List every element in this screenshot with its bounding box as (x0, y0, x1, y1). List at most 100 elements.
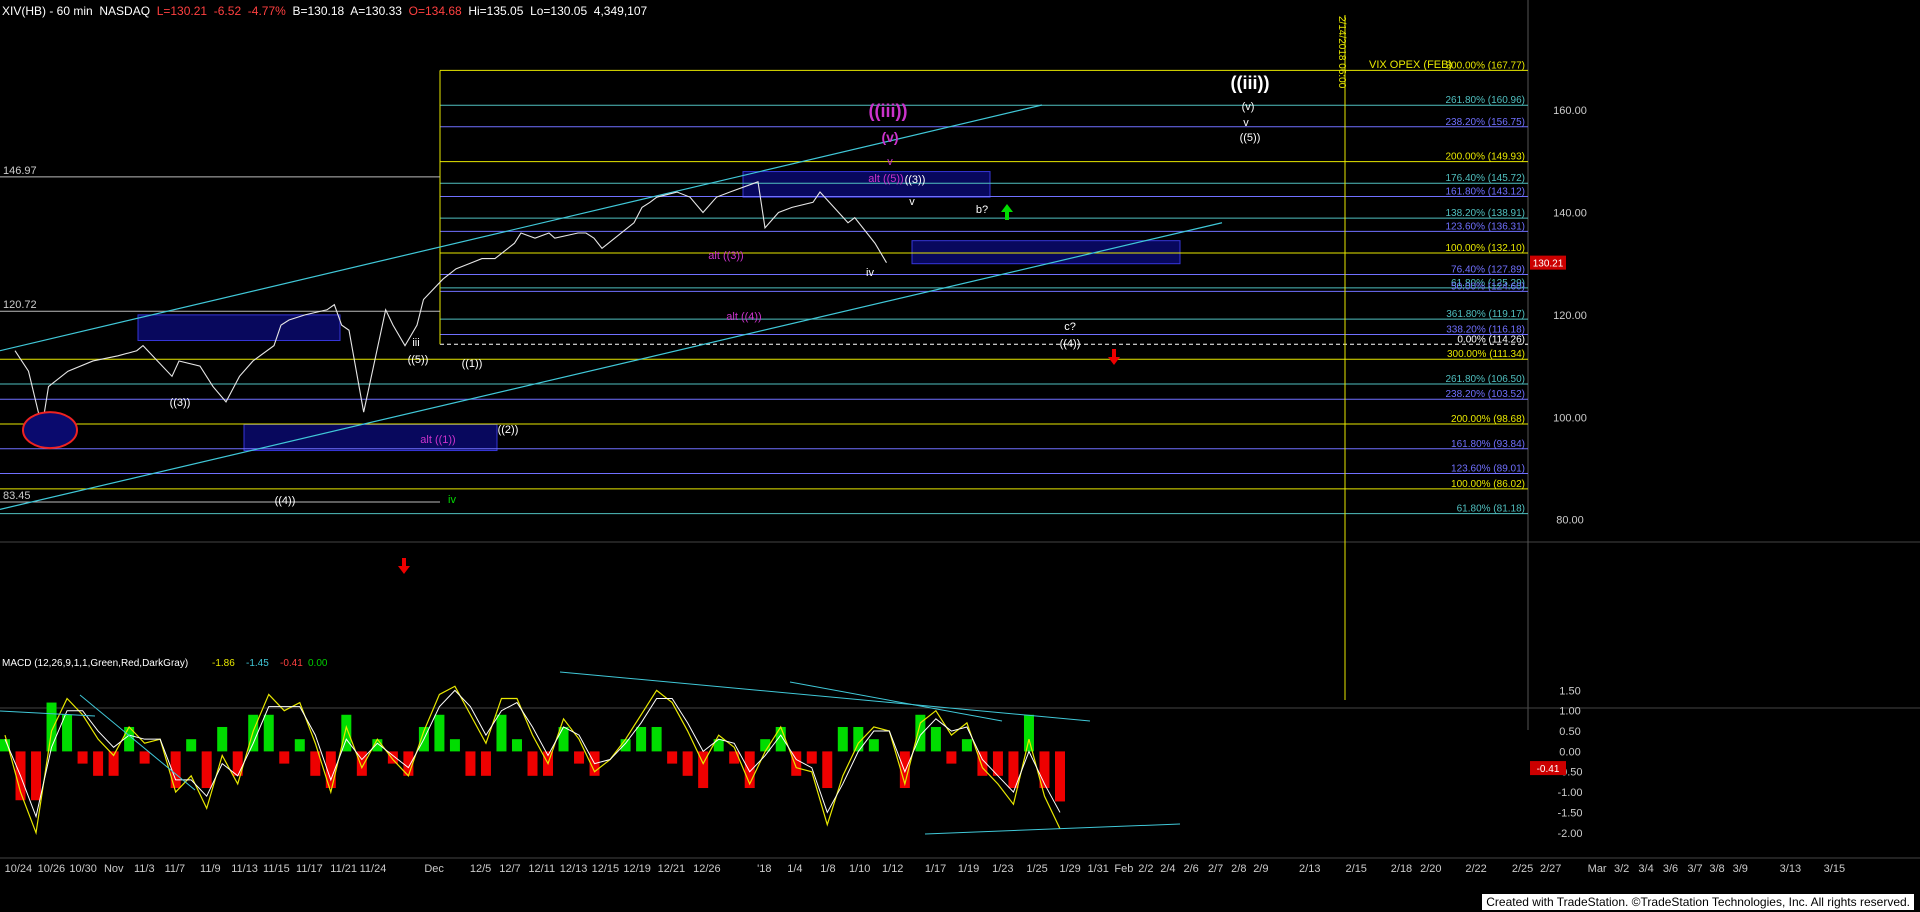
macd-histogram-bar (806, 751, 817, 764)
wave-label: ((3)) (170, 397, 191, 409)
wave-label: ((5)) (1240, 132, 1261, 144)
date-axis-tick: 11/13 (231, 863, 258, 875)
macd-histogram-bar (465, 751, 476, 776)
macd-histogram-bar (791, 751, 802, 776)
fib-level-label: 261.80% (160.96) (1445, 95, 1525, 106)
fib-level-label: 300.00% (167.77) (1445, 60, 1525, 71)
macd-histogram-bar (527, 751, 538, 776)
target-zone-box (243, 423, 498, 452)
macd-histogram-bar (279, 751, 290, 764)
date-axis-tick: 3/4 (1638, 863, 1653, 875)
date-axis-tick: 2/25 (1512, 863, 1533, 875)
fib-level-label: 161.80% (143.12) (1445, 187, 1525, 198)
macd-histogram-bar (480, 751, 491, 776)
macd-histogram-bar (31, 751, 42, 801)
trendline-lower (0, 222, 1223, 510)
target-zone-box (742, 171, 991, 198)
date-axis-tick: 12/11 (528, 863, 555, 875)
macd-axis-tick: 0.00 (1559, 746, 1580, 758)
wave-label: iv (448, 494, 456, 506)
date-axis-tick: 3/7 (1687, 863, 1702, 875)
red-down-arrow-icon (398, 558, 410, 574)
wave-label: ((4)) (275, 495, 296, 507)
macd-value-3: -0.41 (280, 658, 303, 669)
date-axis-tick: 3/8 (1709, 863, 1724, 875)
macd-histogram-bar (62, 714, 73, 752)
date-axis-tick: 2/2 (1138, 863, 1153, 875)
net-change: -6.52 (213, 4, 242, 18)
price-axis-tick: 140.00 (1553, 208, 1587, 220)
event-time-label: 2/14/2018 06:00 (1336, 16, 1347, 89)
vix-opex-label: VIX OPEX (FEB) (1369, 59, 1452, 71)
fib-level-label: 100.00% (132.10) (1445, 243, 1525, 254)
date-axis-tick: 2/8 (1231, 863, 1246, 875)
wave-label: ((1)) (462, 358, 483, 370)
macd-axis-tick: -2.00 (1557, 828, 1582, 840)
macd-histogram-bar (636, 726, 647, 752)
price-axis-tick: 160.00 (1553, 105, 1587, 117)
date-axis-tick: 11/21 (330, 863, 357, 875)
last-price-marker-text: 130.21 (1533, 259, 1564, 270)
date-axis-tick: 1/17 (925, 863, 946, 875)
date-axis-tick: Mar (1588, 863, 1607, 875)
wave-label: alt ((5)) (868, 173, 903, 185)
date-axis-tick: 2/18 (1391, 863, 1412, 875)
date-axis-tick: 11/9 (200, 863, 221, 875)
macd-histogram-bar (868, 739, 879, 752)
macd-histogram-bar (139, 751, 150, 764)
date-axis-tick: 11/24 (360, 863, 387, 875)
level-label: 146.97 (3, 165, 37, 177)
date-axis-tick: 2/7 (1208, 863, 1223, 875)
date-axis-tick: Dec (424, 863, 444, 875)
level-label: 120.72 (3, 299, 37, 311)
date-axis-tick: 11/15 (263, 863, 290, 875)
wave-label: ((4)) (1060, 338, 1081, 350)
date-axis-tick: 1/12 (882, 863, 903, 875)
macd-histogram-bar (682, 751, 693, 776)
fib-level-label: 200.00% (98.68) (1451, 414, 1525, 425)
tradestation-credit: Created with TradeStation. ©TradeStation… (1482, 894, 1914, 910)
macd-histogram-bar (93, 751, 104, 776)
fib-level-label: 238.20% (156.75) (1445, 117, 1525, 128)
date-axis-tick: Feb (1114, 863, 1133, 875)
fib-level-label: 200.00% (149.93) (1445, 152, 1525, 163)
macd-value-4: 0.00 (308, 658, 328, 669)
fib-level-label: 176.40% (145.72) (1445, 173, 1525, 184)
macd-histogram-bar (620, 739, 631, 752)
price-axis-tick: 80.00 (1556, 515, 1584, 527)
fib-level-label: 0.00% (114.26) (1457, 334, 1525, 345)
macd-histogram-bar (46, 702, 57, 752)
date-axis-tick: 1/31 (1087, 863, 1108, 875)
date-axis-tick: 1/19 (958, 863, 979, 875)
date-axis-tick: 12/13 (560, 863, 588, 875)
pct-change: -4.77% (247, 4, 286, 18)
macd-histogram-bar (1055, 751, 1065, 802)
date-axis-tick: '18 (757, 863, 771, 875)
macd-last-marker-text: -0.41 (1537, 764, 1560, 775)
wave-label: (v) (1242, 101, 1255, 113)
last-price: L=130.21 (156, 4, 208, 18)
date-axis-tick: 10/26 (38, 863, 66, 875)
macd-axis-tick: 1.00 (1559, 706, 1580, 718)
wave-label: ((3)) (905, 174, 926, 186)
macd-histogram-bar (651, 726, 662, 752)
macd-axis-tick: 1.50 (1559, 685, 1580, 697)
date-axis-tick: 3/2 (1614, 863, 1629, 875)
date-axis-tick: 1/25 (1026, 863, 1047, 875)
date-axis-tick: 12/21 (658, 863, 686, 875)
chart-header: XIV(HB) - 60 min NASDAQ L=130.21 -6.52 -… (2, 4, 647, 18)
date-axis-tick: 12/15 (592, 863, 620, 875)
fib-level-label: 76.40% (127.89) (1451, 265, 1525, 276)
fib-level-label: 123.60% (89.01) (1451, 464, 1525, 475)
wave-label: v (909, 196, 915, 208)
wave-label: (v) (881, 129, 898, 145)
red-down-arrow-icon (1108, 349, 1120, 365)
macd-histogram-bar (822, 751, 833, 789)
date-axis-tick: 1/10 (849, 863, 870, 875)
wave-label: ((iii)) (1231, 73, 1270, 93)
date-axis-tick: 3/6 (1663, 863, 1678, 875)
date-axis-tick: 11/3 (134, 863, 155, 875)
fib-level-label: 238.20% (103.52) (1445, 389, 1525, 400)
macd-header-label: MACD (12,26,9,1,1,Green,Red,DarkGray) (2, 658, 188, 669)
wave-label: c? (1064, 321, 1076, 333)
